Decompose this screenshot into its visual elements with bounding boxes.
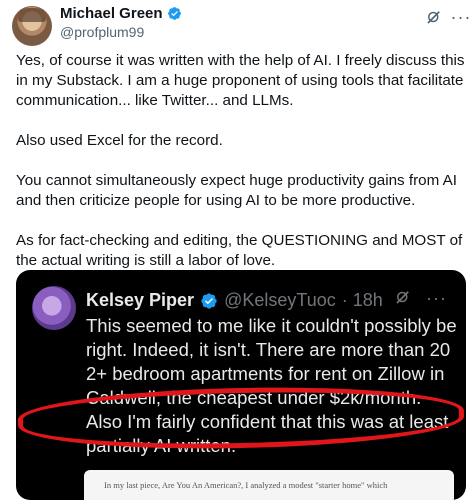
grok-icon[interactable]: [423, 6, 445, 28]
quoted-avatar: [32, 286, 76, 330]
author-name-row: Michael Green: [60, 5, 182, 22]
author-name[interactable]: Michael Green: [60, 5, 163, 22]
quoted-author-handle: @KelseyTuoc: [224, 290, 336, 310]
more-icon[interactable]: ···: [450, 6, 472, 28]
author-handle[interactable]: @profplum99: [60, 24, 144, 40]
quoted-verified-badge-icon: [201, 292, 217, 309]
article-preview-text: In my last piece, Are You An American?, …: [104, 480, 388, 490]
post-paragraph: As for fact-checking and editing, the QU…: [16, 232, 463, 269]
post-header: Michael Green @profplum99 ···: [0, 0, 473, 48]
article-preview-card: In my last piece, Are You An American?, …: [84, 470, 454, 500]
quoted-name-row: Kelsey Piper @KelseyTuoc · 18h: [86, 290, 383, 311]
post-paragraph: Also used Excel for the record.: [16, 132, 223, 149]
post-paragraph: You cannot simultaneously expect huge pr…: [16, 172, 457, 209]
quoted-author-name: Kelsey Piper: [86, 290, 195, 310]
quoted-post-screenshot[interactable]: Kelsey Piper @KelseyTuoc · 18h ··· This …: [16, 270, 466, 500]
quoted-time: · 18h: [341, 290, 383, 310]
quoted-grok-icon: [394, 288, 412, 311]
verified-badge-icon: [167, 7, 181, 20]
avatar[interactable]: [12, 6, 52, 46]
post-paragraph: Yes, of course it was written with the h…: [16, 52, 465, 109]
quoted-more-icon: ···: [426, 288, 447, 308]
post-body: Yes, of course it was written with the h…: [16, 51, 468, 291]
